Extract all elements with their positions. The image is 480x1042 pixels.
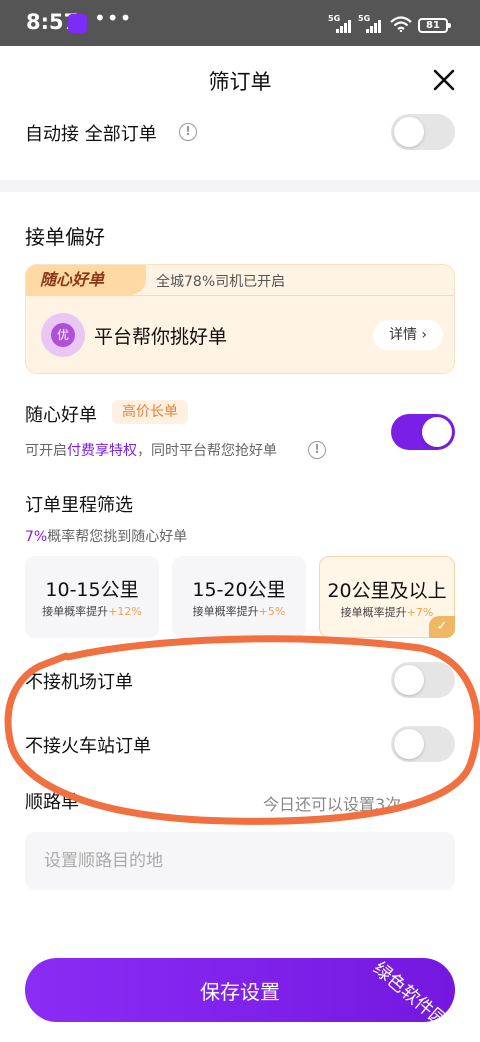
promo-ratio-text: 全城78%司机已开启 (156, 274, 286, 290)
app-notification-icon (68, 14, 87, 33)
auto-accept-toggle[interactable] (391, 114, 455, 150)
info-icon[interactable]: ! (179, 123, 197, 141)
good-orders-toggle[interactable] (391, 414, 455, 450)
battery-icon: 81 (418, 18, 451, 33)
promo-details-button[interactable]: 详情 › (373, 320, 443, 350)
promo-pick-text: 平台帮你挑好单 (94, 326, 228, 348)
no-train-toggle[interactable] (391, 726, 455, 762)
promo-divider (26, 295, 454, 296)
page-title: 筛订单 (208, 70, 272, 94)
mileage-hint: 7%概率帮您挑到随心好单 (25, 529, 188, 545)
auto-accept-label: 自动接 全部订单 (25, 124, 157, 145)
mileage-option-20-plus[interactable]: 20公里及以上 接单概率提升+7% ✓ (319, 556, 455, 638)
good-orders-label: 随心好单 (25, 405, 97, 426)
route-remaining-hint[interactable]: 今日还可以设置3次 › (263, 791, 413, 815)
high-price-tag: 高价长单 (112, 400, 188, 424)
info-icon[interactable]: ! (308, 441, 326, 459)
good-orders-promo-card[interactable]: 随心好单 全城78%司机已开启 平台帮你挑好单 详情 › (25, 264, 455, 374)
paid-privilege-link[interactable]: 付费享特权 (67, 443, 137, 459)
promo-badge-icon (41, 313, 85, 357)
no-airport-toggle[interactable] (391, 662, 455, 698)
mileage-option-15-20[interactable]: 15-20公里 接单概率提升+5% (172, 556, 306, 638)
mileage-option-10-15[interactable]: 10-15公里 接单概率提升+12% (25, 556, 159, 638)
signal-icon: 5G (358, 14, 382, 33)
more-notifications-icon: ••• (94, 6, 133, 30)
route-label: 顺路单 (25, 792, 79, 813)
route-destination-input[interactable] (25, 832, 455, 890)
preferences-title: 接单偏好 (25, 225, 105, 249)
no-airport-label: 不接机场订单 (25, 672, 133, 693)
good-orders-desc: 可开启付费享特权，同时平台帮您抢好单 (25, 443, 277, 459)
wifi-icon (390, 16, 412, 32)
mileage-title: 订单里程筛选 (25, 495, 133, 516)
checkmark-icon: ✓ (429, 616, 455, 638)
status-bar: 8:57 ••• 5G 5G 81 (0, 0, 480, 46)
no-train-label: 不接火车站订单 (25, 736, 151, 757)
close-icon[interactable] (432, 68, 456, 92)
signal-icon: 5G (328, 14, 352, 33)
promo-brand-logo: 随心好单 (26, 265, 146, 295)
page-header: 筛订单 (0, 46, 480, 112)
section-divider (0, 180, 480, 192)
